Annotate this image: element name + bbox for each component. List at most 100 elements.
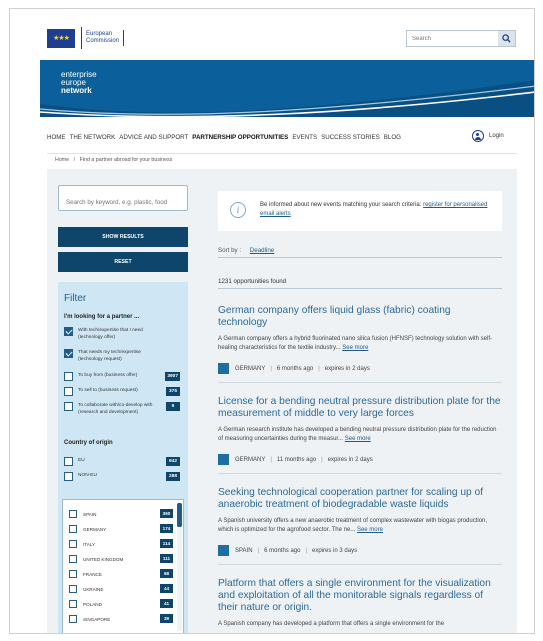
country-label: UKRAINE [83,586,104,592]
checkbox-business-request[interactable] [64,387,73,396]
sort-deadline-link[interactable]: Deadline [250,247,274,254]
main-nav: HOME THE NETWORK ADVICE AND SUPPORT PART… [47,134,401,141]
country-option-poland[interactable]: POLAND 41 [69,599,173,608]
checkbox-tech-request[interactable] [64,349,73,358]
option-label: To collaborate with/co-develop with (res… [78,403,153,415]
search-button[interactable] [498,31,515,46]
see-more-link[interactable]: See more [345,436,371,442]
country-title: Country of origin [64,440,113,446]
result-title-link[interactable]: Platform that offers a single environmen… [218,578,502,614]
checkbox-country[interactable] [69,600,77,608]
partner-option-research[interactable]: To collaborate with/co-develop with (res… [64,402,184,416]
nav-blog[interactable]: BLOG [384,134,401,141]
result-title-link[interactable]: German company offers liquid glass (fabr… [218,305,502,329]
checkbox-country[interactable] [69,510,77,518]
see-more-link[interactable]: See more [342,345,368,351]
count-badge: 288 [166,472,180,481]
country-option-italy[interactable]: ITALY 114 [69,539,173,548]
country-label: SINGAPORE [83,616,111,622]
partner-option-tech-offer[interactable]: With tech/expertise that I need (technol… [64,327,184,341]
result-divider [218,382,502,383]
checkbox-tech-offer[interactable] [64,327,73,336]
region-option-eu[interactable]: EU 942 [64,457,184,466]
count-badge: 68 [160,569,173,578]
filter-panel: Filter I'm looking for a partner ... Wit… [58,282,188,633]
checkbox-research[interactable] [64,402,73,411]
partner-option-tech-request[interactable]: That needs my tech/expertise (technology… [64,349,184,363]
meta-separator: | [321,456,323,463]
country-flag-icon [218,454,229,465]
email-alert-box: i Be informed about new events matching … [218,191,502,231]
result-meta: GERMANY | 11 months ago | expires in 2 d… [218,454,502,465]
country-label: SPAIN [83,511,97,517]
checkbox-country[interactable] [69,540,77,548]
partner-option-business-request[interactable]: To sell to (business request) 375 [64,387,184,396]
country-option-singapore[interactable]: SINGAPORE 39 [69,614,173,623]
country-list[interactable]: SPAIN 360 GERMANY 174 ITALY 114 UNITED K… [62,499,184,633]
country-option-united-kingdom[interactable]: UNITED KINGDOM 111 [69,554,173,563]
keyword-search-input[interactable] [58,185,188,211]
european-commission-logo[interactable]: ★★★ European Commission [47,26,145,50]
banner-wave-graphic [40,80,534,117]
count-divider [218,288,502,289]
count-badge: 39 [160,614,173,623]
country-option-france[interactable]: FRANCE 68 [69,569,173,578]
logo-line1: European [86,31,113,37]
option-label: To sell to (business request) [78,388,138,393]
result-title-link[interactable]: Seeking technological cooperation partne… [218,487,502,511]
result-meta: GERMANY | 6 months ago | expires in 2 da… [218,363,502,374]
region-option-non-eu[interactable]: NON-EU 288 [64,472,184,481]
country-option-ukraine[interactable]: UKRAINE 44 [69,584,173,593]
checkbox-country[interactable] [69,615,77,623]
country-option-spain[interactable]: SPAIN 360 [69,509,173,518]
checkbox-business-offer[interactable] [64,372,73,381]
country-label: UNITED KINGDOM [83,556,124,562]
nav-advice-and-support[interactable]: ADVICE AND SUPPORT [119,134,188,141]
nav-the-network[interactable]: THE NETWORK [70,134,116,141]
result-expiry: expires in 2 days [324,365,370,372]
country-list-scroll-thumb[interactable] [177,503,182,527]
result-title-link[interactable]: License for a bending neutral pressure d… [218,396,502,420]
results-count: 1231 opportunities found [218,278,287,285]
meta-separator: | [318,365,320,372]
checkbox-eu[interactable] [64,457,73,466]
reset-button[interactable]: RESET [58,252,188,272]
login-link[interactable]: Login [472,130,504,142]
checkbox-non-eu[interactable] [64,472,73,481]
breadcrumb-home[interactable]: Home [55,157,69,163]
checkbox-country[interactable] [69,555,77,563]
logo-divider [81,27,82,49]
alert-message: Be informed about new events matching yo… [260,202,424,208]
content-panel: SHOW RESULTS RESET Filter I'm looking fo… [47,169,517,633]
count-badge: 9 [166,402,180,411]
meta-separator: | [270,365,272,372]
meta-separator: | [305,547,308,554]
partner-option-business-offer[interactable]: To buy from (business offer) 3907 [64,372,184,381]
checkbox-country[interactable] [69,585,77,593]
checkbox-country[interactable] [69,525,77,533]
country-option-germany[interactable]: GERMANY 174 [69,524,173,533]
see-more-link[interactable]: See more [357,527,383,533]
result-item: German company offers liquid glass (fabr… [218,305,502,383]
sort-divider [218,257,502,258]
option-label: That needs my tech/expertise (technology… [78,350,141,362]
een-logo[interactable]: enterprise europe network [61,71,97,95]
result-item: Seeking technological cooperation partne… [218,487,502,565]
site-search-input[interactable] [407,31,499,46]
checkbox-country[interactable] [69,570,77,578]
nav-events[interactable]: EVENTS [292,134,317,141]
looking-for-title: I'm looking for a partner ... [64,314,140,320]
info-icon: i [230,202,246,218]
count-badge: 942 [166,457,180,466]
nav-success-stories[interactable]: SUCCESS STORIES [321,134,380,141]
description-text: A Spanish university offers a new anaero… [218,518,488,533]
breadcrumb: Home / Find a partner abroad for your bu… [55,157,172,163]
meta-separator: | [257,547,260,554]
login-label: Login [489,133,504,139]
user-icon [472,130,484,142]
show-results-button[interactable]: SHOW RESULTS [58,227,188,247]
logo-bar [123,30,125,46]
nav-partnership-opportunities[interactable]: PARTNERSHIP OPPORTUNITIES [192,134,288,141]
nav-home[interactable]: HOME [47,134,66,141]
logo-line2: Commission [86,38,120,44]
